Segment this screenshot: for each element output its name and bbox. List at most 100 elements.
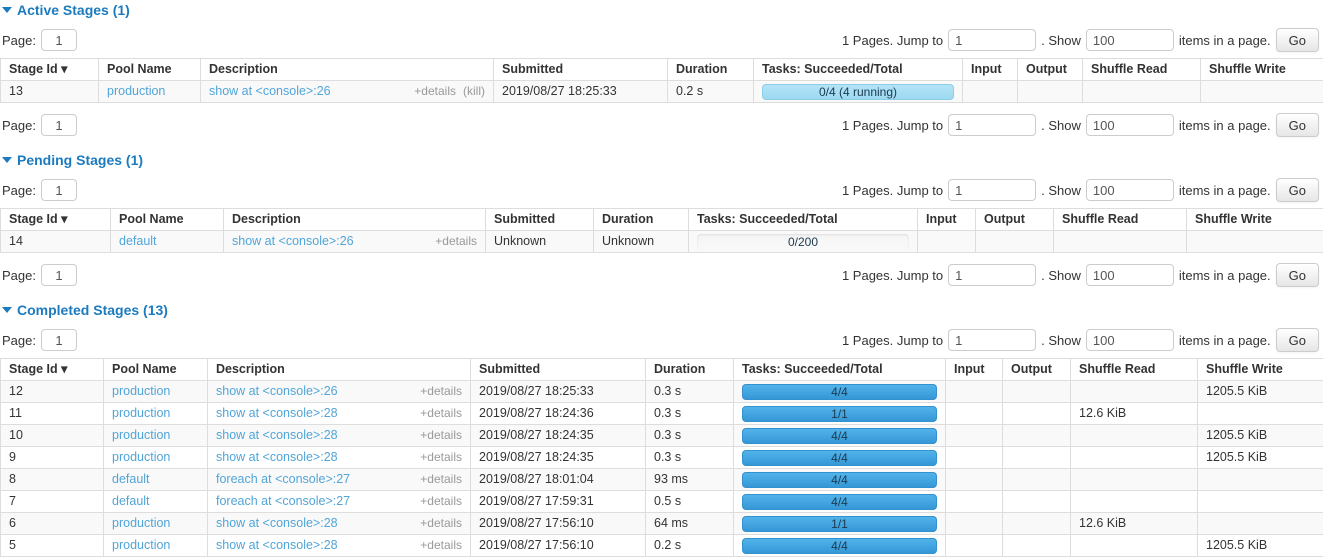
column-header[interactable]: Output	[976, 209, 1054, 231]
column-header[interactable]: Output	[1018, 59, 1083, 81]
pool-name-link[interactable]: production	[112, 450, 170, 464]
pool-name-link[interactable]: production	[112, 516, 170, 530]
column-header[interactable]: Tasks: Succeeded/Total	[734, 359, 946, 381]
tasks-cell: 4/4	[734, 381, 946, 403]
column-header[interactable]: Description	[208, 359, 471, 381]
jump-to-page-input[interactable]	[948, 329, 1036, 351]
column-header[interactable]: Duration	[646, 359, 734, 381]
description-link[interactable]: show at <console>:28	[216, 450, 338, 465]
description-link[interactable]: foreach at <console>:27	[216, 494, 350, 509]
pages-count-text: 1 Pages. Jump to	[842, 333, 943, 348]
column-header[interactable]: Duration	[668, 59, 754, 81]
pool-name-link[interactable]: production	[107, 84, 165, 98]
jump-to-page-input[interactable]	[948, 264, 1036, 286]
description-link[interactable]: show at <console>:28	[216, 516, 338, 531]
active-stages-title[interactable]: Active Stages (1)	[2, 2, 1323, 18]
column-header[interactable]: Submitted	[494, 59, 668, 81]
column-header[interactable]: Input	[946, 359, 1003, 381]
pool-name-link[interactable]: production	[112, 406, 170, 420]
tasks-cell: 0/200	[689, 231, 918, 253]
page-number-input[interactable]	[41, 329, 77, 351]
details-toggle[interactable]: +details	[420, 450, 462, 465]
details-toggle[interactable]: +details	[420, 472, 462, 487]
kill-link[interactable]: (kill)	[463, 84, 485, 99]
column-header[interactable]: Stage Id ▾	[1, 59, 99, 81]
description-link[interactable]: show at <console>:26	[216, 384, 338, 399]
details-toggle[interactable]: +details	[420, 384, 462, 399]
column-header[interactable]: Stage Id ▾	[1, 209, 111, 231]
shuffle-write-cell	[1187, 231, 1323, 253]
column-header[interactable]: Shuffle Read	[1083, 59, 1201, 81]
column-header[interactable]: Tasks: Succeeded/Total	[754, 59, 963, 81]
column-header[interactable]: Description	[201, 59, 494, 81]
completed-stages-title[interactable]: Completed Stages (13)	[2, 302, 1323, 318]
pool-name-link[interactable]: default	[112, 472, 150, 486]
pool-name-link[interactable]: production	[112, 384, 170, 398]
column-header[interactable]: Pool Name	[111, 209, 224, 231]
pending-stages-title[interactable]: Pending Stages (1)	[2, 152, 1323, 168]
go-button[interactable]: Go	[1276, 263, 1319, 287]
column-header[interactable]: Pool Name	[104, 359, 208, 381]
stage-row: 14defaultshow at <console>:26+detailsUnk…	[1, 231, 1323, 253]
go-button[interactable]: Go	[1276, 28, 1319, 52]
completed-stages-pagination: Page:1 Pages. Jump to. Showitems in a pa…	[2, 328, 1319, 352]
go-button[interactable]: Go	[1276, 113, 1319, 137]
pool-name-link[interactable]: production	[112, 428, 170, 442]
input-cell	[946, 381, 1003, 403]
items-per-page-input[interactable]	[1086, 29, 1174, 51]
description-link[interactable]: show at <console>:28	[216, 406, 338, 421]
go-button[interactable]: Go	[1276, 328, 1319, 352]
items-per-page-input[interactable]	[1086, 329, 1174, 351]
page-number-input[interactable]	[41, 264, 77, 286]
output-cell	[1018, 81, 1083, 103]
items-per-page-input[interactable]	[1086, 264, 1174, 286]
active-stages-pagination: Page:1 Pages. Jump to. Showitems in a pa…	[2, 28, 1319, 52]
column-header[interactable]: Input	[963, 59, 1018, 81]
page-number-input[interactable]	[41, 179, 77, 201]
column-header[interactable]: Description	[224, 209, 486, 231]
go-button[interactable]: Go	[1276, 178, 1319, 202]
items-per-page-input[interactable]	[1086, 179, 1174, 201]
section-title-label: Completed Stages (13)	[17, 302, 168, 318]
stage-id-cell: 6	[1, 513, 104, 535]
details-toggle[interactable]: +details	[420, 494, 462, 509]
jump-to-page-input[interactable]	[948, 114, 1036, 136]
active-stages-pagination: Page:1 Pages. Jump to. Showitems in a pa…	[2, 113, 1319, 137]
pages-count-text: 1 Pages. Jump to	[842, 118, 943, 133]
description-link[interactable]: foreach at <console>:27	[216, 472, 350, 487]
jump-to-page-input[interactable]	[948, 179, 1036, 201]
pool-name-link[interactable]: default	[119, 234, 157, 248]
column-header[interactable]: Shuffle Read	[1071, 359, 1198, 381]
description-actions: +details	[420, 516, 462, 531]
details-toggle[interactable]: +details	[420, 406, 462, 421]
submitted-cell: 2019/08/27 17:56:10	[471, 535, 646, 557]
description-link[interactable]: show at <console>:26	[209, 84, 331, 99]
details-toggle[interactable]: +details	[420, 538, 462, 553]
column-header[interactable]: Submitted	[471, 359, 646, 381]
column-header[interactable]: Tasks: Succeeded/Total	[689, 209, 918, 231]
column-header[interactable]: Duration	[594, 209, 689, 231]
jump-to-page-input[interactable]	[948, 29, 1036, 51]
column-header[interactable]: Pool Name	[99, 59, 201, 81]
active-stages-table: Stage Id ▾Pool NameDescriptionSubmittedD…	[0, 58, 1323, 103]
column-header[interactable]: Shuffle Write	[1201, 59, 1323, 81]
page-number-input[interactable]	[41, 29, 77, 51]
column-header[interactable]: Shuffle Write	[1187, 209, 1323, 231]
column-header[interactable]: Input	[918, 209, 976, 231]
column-header[interactable]: Shuffle Write	[1198, 359, 1323, 381]
items-per-page-input[interactable]	[1086, 114, 1174, 136]
pool-name-link[interactable]: default	[112, 494, 150, 508]
description-link[interactable]: show at <console>:26	[232, 234, 354, 249]
output-cell	[1003, 447, 1071, 469]
details-toggle[interactable]: +details	[435, 234, 477, 249]
column-header[interactable]: Submitted	[486, 209, 594, 231]
column-header[interactable]: Shuffle Read	[1054, 209, 1187, 231]
details-toggle[interactable]: +details	[414, 84, 456, 99]
column-header[interactable]: Stage Id ▾	[1, 359, 104, 381]
details-toggle[interactable]: +details	[420, 516, 462, 531]
details-toggle[interactable]: +details	[420, 428, 462, 443]
description-link[interactable]: show at <console>:28	[216, 538, 338, 553]
page-number-input[interactable]	[41, 114, 77, 136]
description-link[interactable]: show at <console>:28	[216, 428, 338, 443]
column-header[interactable]: Output	[1003, 359, 1071, 381]
